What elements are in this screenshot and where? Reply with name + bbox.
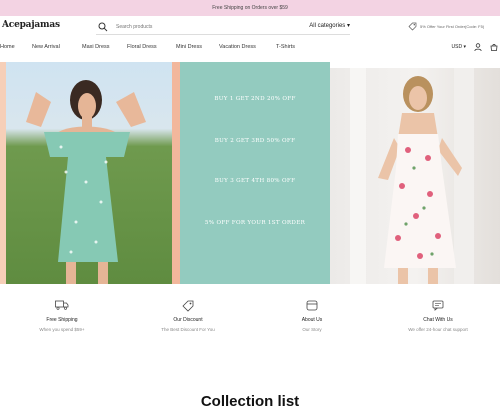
hero-banner[interactable]: BUY 1 GET 2ND 20% OFF BUY 2 GET 3RD 50% … bbox=[0, 62, 500, 284]
feature-title: About Us bbox=[301, 317, 323, 323]
promo-banner[interactable]: 5% Offer Your First Order(Code: F5) bbox=[408, 22, 484, 31]
currency-label: USD bbox=[451, 44, 463, 50]
currency-select[interactable]: USD ▾ bbox=[452, 44, 466, 50]
search-input[interactable] bbox=[116, 24, 276, 30]
feature-title: Our Discount bbox=[173, 317, 203, 323]
tag-icon bbox=[408, 22, 417, 31]
feature-about-us: About Us Our Story bbox=[252, 300, 372, 332]
feature-our-discount: Our Discount The Best Discount For You bbox=[128, 300, 248, 332]
promo-text: 5% Offer Your First Order(Code: F5) bbox=[420, 24, 485, 29]
nav-item-vacation-dress[interactable]: Vacation Dress bbox=[219, 44, 256, 50]
nav-item-t-shirts[interactable]: T-Shirts bbox=[276, 44, 295, 50]
decor-strip-orange bbox=[172, 62, 180, 284]
collection-list-heading: Collection list bbox=[200, 393, 300, 410]
search-bar: All categories ▾ bbox=[96, 20, 350, 35]
user-icon[interactable] bbox=[474, 43, 482, 51]
announcement-bar: Free Shipping on Orders over $59 bbox=[0, 0, 500, 16]
tag-icon bbox=[182, 300, 194, 312]
category-label: All categories bbox=[309, 23, 346, 29]
offer-line-3: BUY 3 GET 4TH 80% OFF bbox=[214, 178, 296, 184]
nav-item-mini-dress[interactable]: Mini Dress bbox=[176, 44, 202, 50]
offer-line-1: BUY 1 GET 2ND 20% OFF bbox=[214, 96, 296, 102]
feature-subtitle: Our Story bbox=[302, 327, 322, 332]
chevron-down-icon: ▾ bbox=[463, 44, 466, 50]
features-row: Free Shipping When you spend $59+ Our Di… bbox=[0, 300, 500, 350]
feature-free-shipping: Free Shipping When you spend $59+ bbox=[2, 300, 122, 332]
feature-chat-with-us: Chat With Us We offer 24-hour chat suppo… bbox=[378, 300, 498, 332]
hero-image-model-green-dress bbox=[6, 62, 172, 284]
nav-item-maxi-dress[interactable]: Maxi Dress bbox=[82, 44, 110, 50]
cart-icon[interactable] bbox=[490, 43, 498, 51]
site-header: Acepajamas All categories ▾ 5% Offer You… bbox=[0, 16, 500, 40]
nav-item-home[interactable]: Home bbox=[0, 44, 15, 50]
main-nav: Home New Arrival Maxi Dress Floral Dress… bbox=[0, 40, 500, 56]
feature-title: Chat With Us bbox=[423, 317, 453, 323]
search-icon[interactable] bbox=[98, 22, 108, 32]
nav-item-floral-dress[interactable]: Floral Dress bbox=[127, 44, 157, 50]
feature-subtitle: The Best Discount For You bbox=[161, 327, 215, 332]
feature-subtitle: We offer 24-hour chat support bbox=[408, 327, 468, 332]
chat-icon bbox=[432, 300, 444, 311]
store-icon bbox=[306, 300, 318, 311]
hero-image-model-floral-dress bbox=[330, 68, 500, 284]
offer-line-4: 5% OFF FOR YOUR 1ST ORDER bbox=[204, 220, 306, 226]
feature-title: Free Shipping bbox=[46, 317, 78, 323]
offer-line-2: BUY 2 GET 3RD 50% OFF bbox=[214, 138, 296, 144]
nav-item-new-arrival[interactable]: New Arrival bbox=[32, 44, 60, 50]
truck-icon bbox=[55, 300, 69, 310]
category-select[interactable]: All categories ▾ bbox=[309, 22, 350, 29]
chevron-down-icon: ▾ bbox=[346, 23, 350, 29]
site-logo[interactable]: Acepajamas bbox=[2, 20, 60, 30]
header-actions: USD ▾ bbox=[452, 43, 498, 51]
feature-subtitle: When you spend $59+ bbox=[39, 327, 85, 332]
